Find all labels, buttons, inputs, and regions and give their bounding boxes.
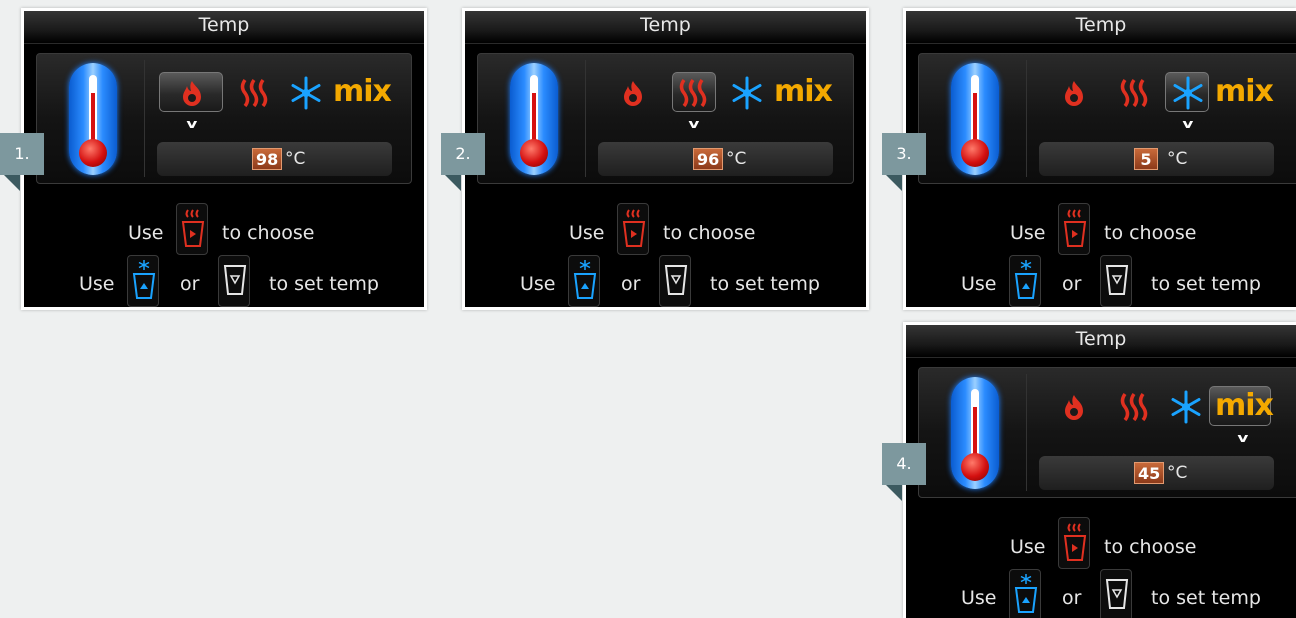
instruction-choose: to choose	[222, 222, 315, 244]
temp-screen-3: Temp mix v 5 °C Use to choose Use or to …	[903, 8, 1296, 310]
instruction-set-temp: to set temp	[710, 273, 820, 295]
down-button-icon	[1100, 255, 1132, 307]
temp-unit: °C	[285, 149, 306, 169]
divider	[1026, 374, 1027, 491]
instruction-use: Use	[569, 222, 605, 244]
flame-icon[interactable]	[618, 78, 648, 108]
chevron-down-icon: v	[688, 117, 700, 131]
temp-screen-2: Temp mix v 96 °C Use to choose Use or to…	[462, 8, 869, 310]
thermometer-icon	[951, 63, 999, 175]
temp-display: 96 °C	[598, 142, 833, 176]
temp-value: 96	[693, 148, 724, 170]
select-button-icon	[1058, 517, 1090, 569]
divider	[1026, 60, 1027, 177]
thermometer-icon	[951, 377, 999, 489]
instruction-choose: to choose	[663, 222, 756, 244]
thermometer-icon	[510, 63, 558, 175]
instruction-use: Use	[961, 273, 997, 295]
instruction-use: Use	[79, 273, 115, 295]
step-badge: 2.	[441, 133, 485, 175]
instruction-use: Use	[520, 273, 556, 295]
temp-display: 98 °C	[157, 142, 392, 176]
temp-panel: mix v 45 °C	[918, 367, 1296, 498]
divider	[585, 60, 586, 177]
temp-value: 45	[1134, 462, 1165, 484]
step-badge: 4.	[882, 443, 926, 485]
screen-title: Temp	[24, 11, 424, 44]
screen-title: Temp	[465, 11, 866, 44]
snowflake-icon[interactable]	[1171, 76, 1205, 110]
instruction-use: Use	[1010, 536, 1046, 558]
heat-waves-icon[interactable]	[1119, 78, 1153, 108]
temp-screen-1: Temp mix v 98 °C Use to choose Use or to…	[21, 8, 427, 310]
down-button-icon	[218, 255, 250, 307]
temp-display: 5 °C	[1039, 142, 1274, 176]
temp-value: 98	[252, 148, 283, 170]
temp-value: 5	[1134, 148, 1158, 170]
temp-display: 45 °C	[1039, 456, 1274, 490]
temp-panel: mix v 96 °C	[477, 53, 854, 184]
instruction-use: Use	[1010, 222, 1046, 244]
down-button-icon	[659, 255, 691, 307]
badge-tail	[886, 175, 902, 191]
heat-waves-icon[interactable]	[239, 78, 273, 108]
step-badge: 1.	[0, 133, 44, 175]
temp-unit: °C	[726, 149, 747, 169]
up-button-icon	[1009, 569, 1041, 618]
temp-unit: °C	[1167, 149, 1188, 169]
screen-title: Temp	[906, 325, 1296, 358]
instruction-choose: to choose	[1104, 536, 1197, 558]
heat-waves-icon[interactable]	[678, 78, 712, 108]
temp-screen-4: Temp mix v 45 °C Use to choose Use or to…	[903, 322, 1296, 618]
instruction-set-temp: to set temp	[269, 273, 379, 295]
mix-mode-label[interactable]: mix	[333, 74, 392, 110]
heat-waves-icon[interactable]	[1119, 392, 1153, 422]
temp-panel: mix v 5 °C	[918, 53, 1296, 184]
instruction-or: or	[180, 273, 200, 295]
snowflake-icon[interactable]	[289, 76, 323, 110]
instruction-set-temp: to set temp	[1151, 273, 1261, 295]
instruction-set-temp: to set temp	[1151, 587, 1261, 609]
step-badge: 3.	[882, 133, 926, 175]
temp-unit: °C	[1167, 463, 1188, 483]
mix-mode-label[interactable]: mix	[1215, 74, 1274, 110]
up-button-icon	[568, 255, 600, 307]
instruction-or: or	[1062, 273, 1082, 295]
select-button-icon	[1058, 203, 1090, 255]
chevron-down-icon: v	[186, 117, 198, 131]
instruction-or: or	[621, 273, 641, 295]
down-button-icon	[1100, 569, 1132, 618]
badge-tail	[886, 485, 902, 501]
select-button-icon	[617, 203, 649, 255]
flame-icon[interactable]	[177, 78, 207, 108]
select-button-icon	[176, 203, 208, 255]
chevron-down-icon: v	[1237, 431, 1249, 445]
divider	[144, 60, 145, 177]
instruction-or: or	[1062, 587, 1082, 609]
thermometer-icon	[69, 63, 117, 175]
badge-tail	[445, 175, 461, 191]
screen-title: Temp	[906, 11, 1296, 44]
snowflake-icon[interactable]	[1169, 390, 1203, 424]
chevron-down-icon: v	[1182, 117, 1194, 131]
badge-tail	[4, 175, 20, 191]
flame-icon[interactable]	[1059, 392, 1089, 422]
flame-icon[interactable]	[1059, 78, 1089, 108]
instruction-use: Use	[961, 587, 997, 609]
mix-mode-label[interactable]: mix	[774, 74, 833, 110]
snowflake-icon[interactable]	[730, 76, 764, 110]
up-button-icon	[1009, 255, 1041, 307]
instruction-use: Use	[128, 222, 164, 244]
instruction-choose: to choose	[1104, 222, 1197, 244]
mix-mode-label[interactable]: mix	[1215, 388, 1274, 424]
temp-panel: mix v 98 °C	[36, 53, 412, 184]
up-button-icon	[127, 255, 159, 307]
